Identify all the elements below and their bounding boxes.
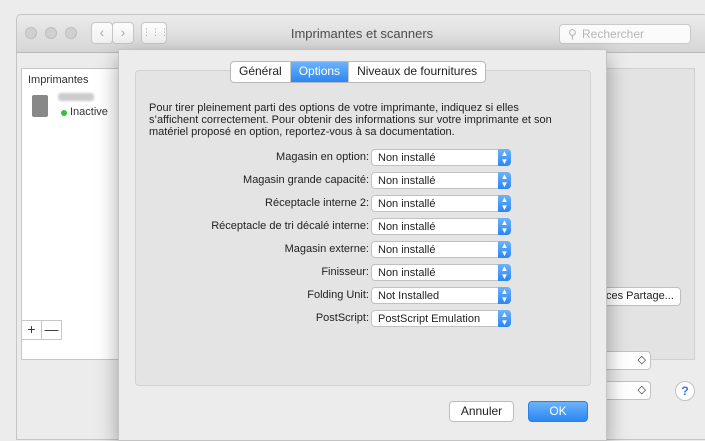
tab-general[interactable]: Général (231, 62, 290, 82)
tab-supply-levels[interactable]: Niveaux de fournitures (348, 62, 485, 82)
select-arrows-icon: ▲ ▼ (498, 287, 511, 304)
select-arrows-icon: ▲ ▼ (498, 264, 511, 281)
options-sheet: Général Options Niveaux de fournitures P… (118, 49, 607, 441)
select-arrows-icon: ▲ ▼ (498, 218, 511, 235)
status-dot-icon (61, 110, 67, 116)
tab-bar: Général Options Niveaux de fournitures (230, 61, 487, 83)
title-bar: ‹ › ⋮⋮⋮ Imprimantes et scanners ⚲ Recher… (17, 15, 705, 53)
printers-list-header: Imprimantes (28, 74, 89, 86)
option-row: Magasin en option: Non installé ▲ ▼ (119, 149, 539, 167)
option-select[interactable]: Non installé ▲ ▼ (371, 218, 511, 235)
tab-options[interactable]: Options (289, 62, 349, 82)
sharing-preferences-button[interactable]: ces Partage... (601, 287, 681, 306)
help-button[interactable]: ? (675, 381, 695, 401)
printers-list: Imprimantes Inactive (21, 68, 127, 360)
select-arrows-icon: ◇ (637, 384, 646, 396)
option-value: Non installé (378, 198, 436, 210)
option-select[interactable]: Non installé ▲ ▼ (371, 264, 511, 281)
cancel-button[interactable]: Annuler (449, 401, 514, 422)
option-row: Magasin externe: Non installé ▲ ▼ (119, 241, 539, 259)
printer-name-blurred (58, 93, 94, 101)
default-printer-select[interactable]: ◇ (601, 351, 651, 370)
option-select[interactable]: Non installé ▲ ▼ (371, 195, 511, 212)
add-printer-button[interactable]: + (21, 320, 42, 340)
option-select[interactable]: Non installé ▲ ▼ (371, 241, 511, 258)
search-placeholder: Rechercher (582, 27, 645, 41)
option-label: Folding Unit: (307, 289, 369, 301)
option-select[interactable]: Non installé ▲ ▼ (371, 149, 511, 166)
printer-detail-panel (601, 68, 695, 360)
select-arrows-icon: ▲ ▼ (498, 310, 511, 327)
option-value: Non installé (378, 244, 436, 256)
option-row: Folding Unit: Not Installed ▲ ▼ (119, 287, 539, 305)
option-value: Non installé (378, 175, 436, 187)
option-value: Non installé (378, 267, 436, 279)
ok-button[interactable]: OK (528, 401, 588, 422)
option-row: Magasin grande capacité: Non installé ▲ ▼ (119, 172, 539, 190)
search-icon: ⚲ (568, 27, 577, 41)
option-value: Non installé (378, 221, 436, 233)
select-arrows-icon: ▲ ▼ (498, 241, 511, 258)
remove-printer-button[interactable]: — (41, 320, 62, 340)
option-value: PostScript Emulation (378, 313, 481, 325)
select-arrows-icon: ▲ ▼ (498, 149, 511, 166)
printer-status: Inactive (70, 106, 108, 118)
printer-icon (32, 95, 48, 117)
option-label: Magasin grande capacité: (243, 174, 369, 186)
default-paper-select[interactable]: ◇ (601, 381, 651, 400)
option-value: Not Installed (378, 290, 440, 302)
option-label: PostScript: (315, 312, 369, 324)
select-arrows-icon: ◇ (637, 354, 646, 366)
add-remove-controls: + — (21, 320, 62, 340)
option-row: Finisseur: Non installé ▲ ▼ (119, 264, 539, 282)
option-value: Non installé (378, 152, 436, 164)
select-arrows-icon: ▲ ▼ (498, 172, 511, 189)
option-label: Magasin externe: (284, 243, 369, 255)
option-select[interactable]: Non installé ▲ ▼ (371, 172, 511, 189)
options-description: Pour tirer pleinement parti des options … (149, 102, 552, 138)
option-select[interactable]: PostScript Emulation ▲ ▼ (371, 310, 511, 327)
option-label: Magasin en option: (276, 151, 369, 163)
option-row: Réceptacle interne 2: Non installé ▲ ▼ (119, 195, 539, 213)
select-arrows-icon: ▲ ▼ (498, 195, 511, 212)
search-field[interactable]: ⚲ Rechercher (559, 24, 691, 44)
option-label: Réceptacle de tri décalé interne: (211, 220, 369, 232)
option-select[interactable]: Not Installed ▲ ▼ (371, 287, 511, 304)
option-row: Réceptacle de tri décalé interne: Non in… (119, 218, 539, 236)
option-row: PostScript: PostScript Emulation ▲ ▼ (119, 310, 539, 328)
option-label: Finisseur: (321, 266, 369, 278)
option-label: Réceptacle interne 2: (265, 197, 369, 209)
